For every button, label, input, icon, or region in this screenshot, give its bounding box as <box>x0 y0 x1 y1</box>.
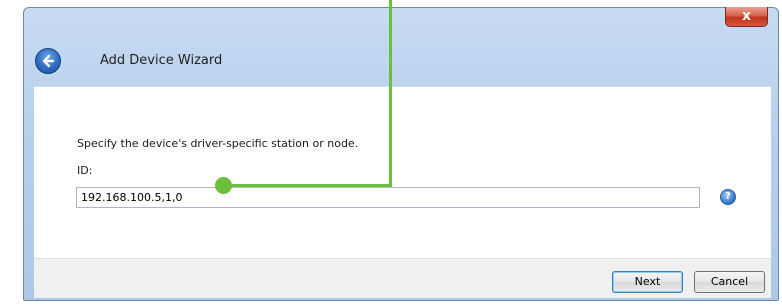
back-arrow-icon <box>42 54 55 68</box>
wizard-window: x Add Device Wizard Specify the device's… <box>23 7 779 301</box>
callout-line-horizontal <box>230 184 392 187</box>
close-button[interactable]: x <box>725 7 768 27</box>
callout-dot <box>215 177 232 194</box>
next-button[interactable]: Next <box>612 271 683 293</box>
wizard-footer: Next Cancel <box>34 258 771 298</box>
close-icon: x <box>741 8 752 24</box>
wizard-content: Specify the device's driver-specific sta… <box>34 86 771 258</box>
wizard-title: Add Device Wizard <box>100 53 223 68</box>
callout-line-vertical <box>389 0 392 186</box>
id-input[interactable] <box>76 187 700 208</box>
instruction-text: Specify the device's driver-specific sta… <box>77 137 359 150</box>
cancel-button[interactable]: Cancel <box>694 271 765 293</box>
help-icon[interactable]: ? <box>720 189 736 205</box>
back-button[interactable] <box>35 48 61 74</box>
id-label: ID: <box>77 164 93 177</box>
